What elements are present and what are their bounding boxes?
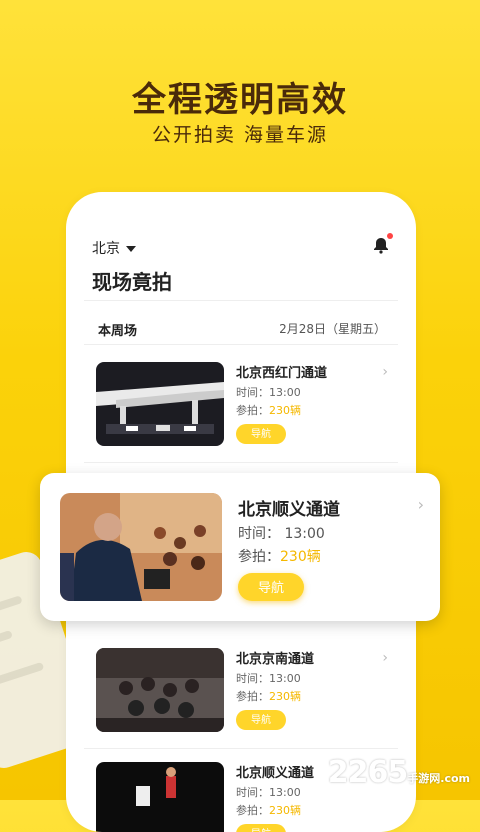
- venue-time: 时间：13:00: [236, 786, 301, 799]
- venue-time: 时间：13:00: [236, 672, 301, 685]
- divider: [84, 300, 398, 301]
- participant-row: 参拍：230辆: [236, 402, 301, 418]
- participant-count: 230辆: [269, 804, 301, 817]
- venue-name: 北京西红门通道: [236, 366, 328, 381]
- hero-title: 全程透明高效: [132, 80, 348, 120]
- venue-name: 北京顺义通道: [236, 766, 315, 781]
- participant-count: 230辆: [269, 404, 301, 417]
- auction-card[interactable]: 北京西红门通道 时间：13:00 参拍：230辆 导航 ›: [96, 362, 396, 462]
- notification-dot: [387, 233, 393, 239]
- venue-time: 时间：13:00: [236, 386, 301, 399]
- navigate-button[interactable]: 导航: [236, 824, 286, 832]
- venue-thumbnail: [96, 362, 224, 446]
- watermark-logo: 2265手游网.com: [328, 755, 470, 790]
- auction-card[interactable]: 北京京南通道 时间：13:00 参拍：230辆 导航 ›: [96, 648, 396, 748]
- divider: [84, 344, 398, 345]
- participant-row: 参拍：230辆: [236, 688, 301, 704]
- hero-subtitle: 公开拍卖 海量车源: [151, 124, 329, 146]
- venue-name: 北京京南通道: [236, 652, 315, 667]
- caret-down-icon: [126, 246, 136, 252]
- watermark-suffix: 手游网: [407, 772, 441, 785]
- venue-thumbnail: [96, 762, 224, 832]
- participant-row: 参拍：230辆: [238, 546, 321, 566]
- page-title: 现场竟拍: [92, 270, 172, 294]
- participant-label: 参拍：: [238, 549, 280, 565]
- navigate-button[interactable]: 导航: [238, 573, 304, 601]
- chevron-right-icon[interactable]: ›: [382, 650, 388, 666]
- venue-thumbnail: [60, 493, 222, 601]
- participant-row: 参拍：230辆: [236, 802, 301, 818]
- participant-count: 230辆: [269, 690, 301, 703]
- featured-auction-card[interactable]: 北京顺义通道 时间： 13:00 参拍：230辆 导航 ›: [40, 473, 440, 621]
- navigate-button[interactable]: 导航: [236, 424, 286, 444]
- section-label: 本周场: [98, 324, 138, 339]
- participant-count: 230辆: [280, 549, 321, 565]
- chevron-right-icon[interactable]: ›: [382, 364, 388, 380]
- divider: [84, 748, 398, 749]
- venue-time: 时间： 13:00: [238, 526, 325, 542]
- participant-label: 参拍：: [236, 404, 269, 417]
- watermark-main: 2265: [327, 755, 408, 790]
- bell-icon[interactable]: [372, 233, 393, 254]
- participant-label: 参拍：: [236, 690, 269, 703]
- location-label: 北京: [92, 241, 120, 257]
- participant-label: 参拍：: [236, 804, 269, 817]
- location-selector[interactable]: 北京: [92, 238, 136, 258]
- section-date: 2月28日（星期五）: [279, 322, 386, 336]
- divider: [84, 462, 398, 463]
- navigate-button[interactable]: 导航: [236, 710, 286, 730]
- chevron-right-icon[interactable]: ›: [418, 495, 424, 514]
- venue-name: 北京顺义通道: [238, 500, 340, 520]
- watermark-url: .com: [440, 772, 470, 785]
- venue-thumbnail: [96, 648, 224, 732]
